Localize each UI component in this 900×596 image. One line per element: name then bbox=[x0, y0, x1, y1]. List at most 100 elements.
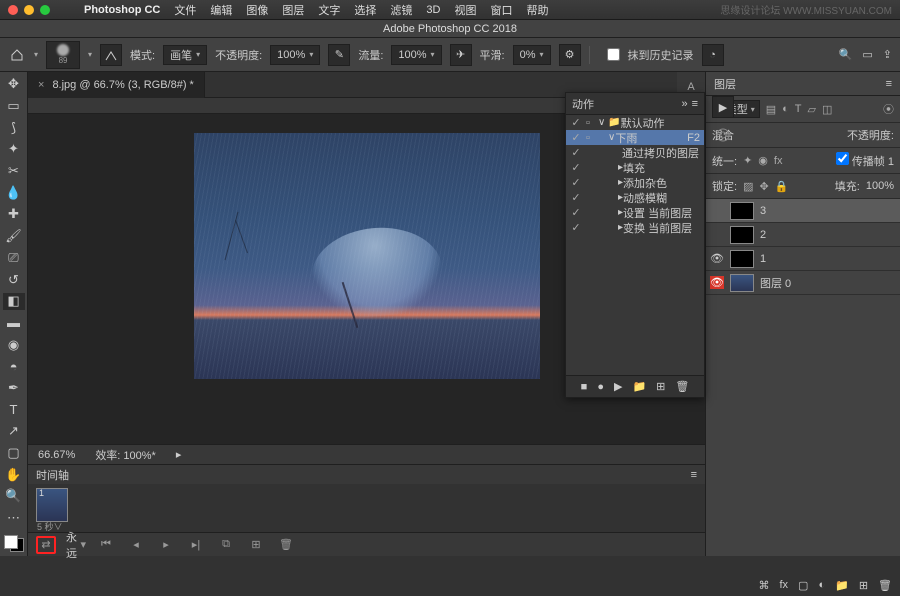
actions-panel-title[interactable]: 动作 bbox=[572, 96, 594, 112]
prev-frame-icon[interactable]: ◂ bbox=[126, 536, 146, 554]
color-swatch[interactable] bbox=[4, 535, 24, 552]
marquee-tool[interactable]: ▭ bbox=[3, 98, 25, 115]
record-icon[interactable]: ● bbox=[597, 381, 604, 393]
history-brush-tool[interactable]: ↺ bbox=[3, 271, 25, 288]
filter-image-icon[interactable]: ▤ bbox=[766, 103, 776, 116]
history-checkbox[interactable] bbox=[607, 48, 620, 61]
new-set-icon[interactable]: 📁 bbox=[632, 380, 646, 393]
action-name[interactable]: 下雨 bbox=[615, 130, 637, 146]
menu-view[interactable]: 视图 bbox=[454, 2, 476, 18]
play-icon[interactable]: ▸ bbox=[156, 536, 176, 554]
app-name[interactable]: Photoshop CC bbox=[84, 4, 160, 16]
wand-tool[interactable]: ✦ bbox=[3, 141, 25, 158]
new-action-icon[interactable]: ⊞ bbox=[656, 380, 665, 393]
layer-thumb[interactable] bbox=[730, 250, 754, 268]
adjustment-layer-icon[interactable]: ◐ bbox=[818, 579, 825, 592]
close-window[interactable] bbox=[8, 5, 18, 15]
action-set[interactable]: 默认动作 bbox=[621, 115, 665, 131]
eyedropper-tool[interactable]: 💧 bbox=[3, 184, 25, 201]
brush-preset[interactable]: 89 bbox=[46, 41, 80, 69]
actions-menu-icon[interactable]: ≡ bbox=[692, 98, 698, 110]
brush-panel-toggle[interactable] bbox=[100, 44, 122, 66]
smooth-options-icon[interactable]: ⚙ bbox=[559, 44, 581, 66]
crop-tool[interactable]: ✂ bbox=[3, 163, 25, 180]
layer-mask-icon[interactable]: ▢ bbox=[798, 579, 808, 592]
delete-layer-icon[interactable]: 🗑 bbox=[878, 579, 892, 592]
action-step[interactable]: 动感模糊 bbox=[623, 190, 667, 206]
menu-select[interactable]: 选择 bbox=[354, 2, 376, 18]
menu-image[interactable]: 图像 bbox=[246, 2, 268, 18]
menu-help[interactable]: 帮助 bbox=[526, 2, 548, 18]
menu-edit[interactable]: 编辑 bbox=[210, 2, 232, 18]
stop-icon[interactable]: ■ bbox=[581, 381, 588, 393]
layer-item[interactable]: 👁1 bbox=[706, 247, 900, 271]
panel-menu-icon[interactable]: ≡ bbox=[886, 78, 892, 90]
shape-tool[interactable]: ▢ bbox=[3, 445, 25, 462]
search-icon[interactable]: 🔍 bbox=[839, 48, 853, 61]
timeline-menu-icon[interactable]: ≡ bbox=[691, 469, 697, 481]
first-frame-icon[interactable]: ⏮ bbox=[96, 536, 116, 554]
action-step[interactable]: 填充 bbox=[623, 160, 645, 176]
layer-thumb[interactable] bbox=[730, 202, 754, 220]
layer-name[interactable]: 图层 0 bbox=[760, 275, 791, 291]
filter-type-icon[interactable]: T bbox=[795, 103, 802, 115]
pressure-size-icon[interactable]: ◔ bbox=[702, 44, 724, 66]
action-step[interactable]: 通过拷贝的图层 bbox=[622, 145, 699, 161]
action-step[interactable]: 添加杂色 bbox=[623, 175, 667, 191]
zoom-level[interactable]: 66.67% bbox=[38, 449, 75, 461]
layer-item[interactable]: 👁图层 0 bbox=[706, 271, 900, 295]
move-tool[interactable]: ✥ bbox=[3, 76, 25, 93]
layer-thumb[interactable] bbox=[730, 274, 754, 292]
blur-tool[interactable]: ◉ bbox=[3, 336, 25, 353]
menu-file[interactable]: 文件 bbox=[174, 2, 196, 18]
collapse-icon[interactable]: » bbox=[681, 98, 687, 110]
delete-action-icon[interactable]: 🗑 bbox=[675, 380, 689, 393]
opacity-dropdown[interactable]: 100%▾ bbox=[270, 45, 320, 65]
unify-vis-icon[interactable]: ◉ bbox=[758, 154, 768, 167]
action-step[interactable]: 变换 当前图层 bbox=[623, 220, 692, 236]
airbrush-icon[interactable]: ✈ bbox=[450, 44, 472, 66]
visibility-toggle[interactable]: 👁 bbox=[710, 252, 724, 265]
minimize-window[interactable] bbox=[24, 5, 34, 15]
visibility-toggle[interactable]: 👁 bbox=[710, 204, 724, 217]
layer-name[interactable]: 3 bbox=[760, 205, 766, 217]
tween-icon[interactable]: ⧉ bbox=[216, 536, 236, 554]
home-icon[interactable] bbox=[8, 46, 26, 64]
unify-pos-icon[interactable]: ✦ bbox=[743, 154, 752, 167]
gradient-tool[interactable]: ▬ bbox=[3, 315, 25, 332]
menu-layer[interactable]: 图层 bbox=[282, 2, 304, 18]
loop-dropdown[interactable]: 永远 ▾ bbox=[66, 536, 86, 554]
layers-tab[interactable]: 图层 bbox=[714, 76, 736, 92]
eraser-tool[interactable]: ◧ bbox=[3, 293, 25, 310]
workspace-icon[interactable]: ▭ bbox=[862, 48, 872, 61]
action-step[interactable]: 设置 当前图层 bbox=[623, 205, 692, 221]
flow-dropdown[interactable]: 100%▾ bbox=[391, 45, 441, 65]
layer-item[interactable]: 👁2 bbox=[706, 223, 900, 247]
stamp-tool[interactable]: ⎚ bbox=[3, 250, 25, 267]
new-frame-icon[interactable]: ⊞ bbox=[246, 536, 266, 554]
cc-libraries-icon[interactable] bbox=[712, 124, 734, 146]
propagate-checkbox[interactable] bbox=[836, 152, 849, 165]
more-tools[interactable]: ⋯ bbox=[3, 510, 25, 527]
filter-toggle[interactable]: ⦿ bbox=[883, 101, 894, 117]
play-action-icon[interactable]: ▶ bbox=[614, 380, 622, 393]
pressure-opacity-icon[interactable]: ✎ bbox=[328, 44, 350, 66]
layer-name[interactable]: 2 bbox=[760, 229, 766, 241]
filter-adjust-icon[interactable]: ◐ bbox=[782, 103, 789, 115]
brush-tool[interactable]: 🖌 bbox=[3, 228, 25, 245]
menu-window[interactable]: 窗口 bbox=[490, 2, 512, 18]
layer-fx-icon[interactable]: fx bbox=[779, 579, 788, 592]
type-tool[interactable]: T bbox=[3, 401, 25, 418]
efficiency[interactable]: 效率: 100%* bbox=[95, 447, 156, 463]
menu-3d[interactable]: 3D bbox=[426, 4, 440, 16]
menu-filter[interactable]: 滤镜 bbox=[390, 2, 412, 18]
convert-timeline-button[interactable]: ⇄ bbox=[36, 536, 56, 554]
layer-thumb[interactable] bbox=[730, 226, 754, 244]
actions-play-button[interactable]: ▶ bbox=[712, 96, 734, 118]
smooth-dropdown[interactable]: 0%▾ bbox=[513, 45, 551, 65]
menu-type[interactable]: 文字 bbox=[318, 2, 340, 18]
lock-pos-icon[interactable]: ✥ bbox=[759, 180, 768, 193]
path-tool[interactable]: ↗ bbox=[3, 423, 25, 440]
filter-shape-icon[interactable]: ▱ bbox=[808, 103, 816, 116]
visibility-toggle[interactable]: 👁 bbox=[710, 228, 724, 241]
